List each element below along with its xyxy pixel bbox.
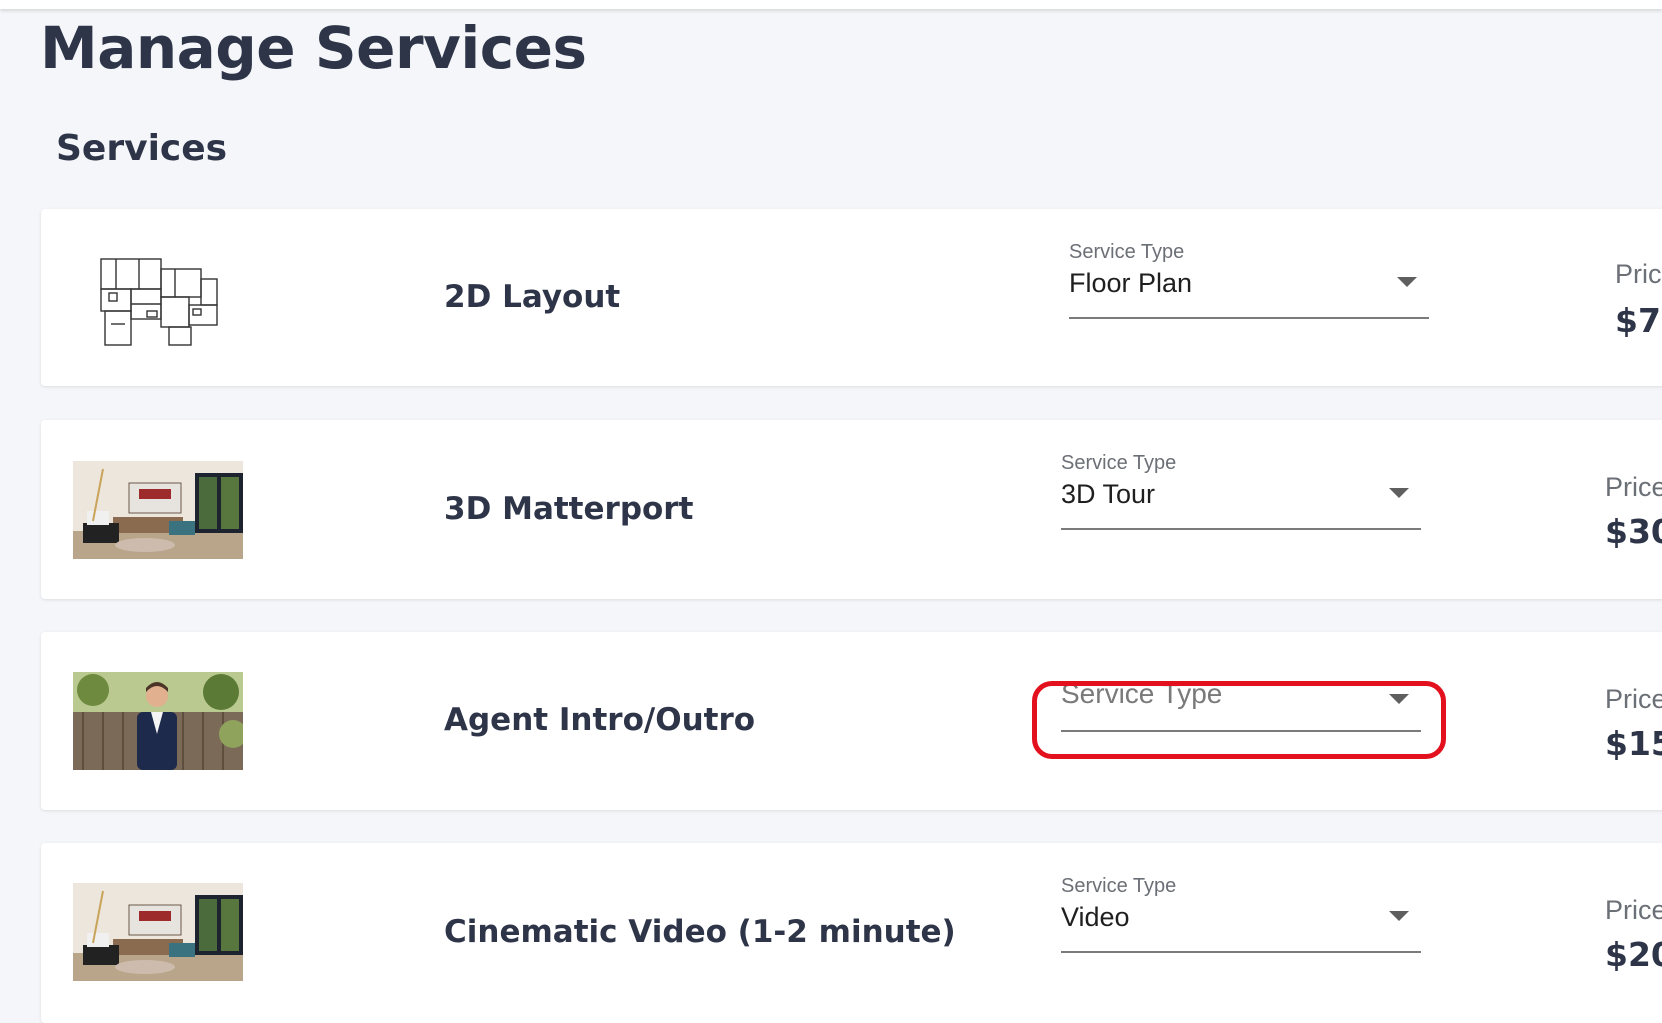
service-card-agent-intro-outro: Agent Intro/Outro Service Type Price $15 bbox=[41, 632, 1662, 810]
floor-plan-thumbnail bbox=[91, 249, 221, 349]
select-underline bbox=[1061, 951, 1421, 953]
service-name: 2D Layout bbox=[444, 279, 621, 315]
service-type-label: Service Type bbox=[1061, 452, 1177, 474]
chevron-down-icon[interactable] bbox=[1397, 277, 1417, 287]
service-type-label: Service Type bbox=[1069, 241, 1185, 263]
service-name: 3D Matterport bbox=[444, 491, 694, 527]
living-room-thumbnail bbox=[73, 461, 243, 559]
price-label: Price bbox=[1605, 472, 1662, 502]
service-name: Agent Intro/Outro bbox=[444, 702, 756, 738]
page-title: Manage Services bbox=[40, 14, 587, 82]
section-title: Services bbox=[56, 128, 228, 169]
service-type-select[interactable]: Service Type Floor Plan bbox=[1069, 241, 1429, 319]
select-underline bbox=[1069, 317, 1429, 319]
service-card-3d-matterport: 3D Matterport Service Type 3D Tour Price… bbox=[41, 420, 1662, 599]
price-label: Pric bbox=[1615, 259, 1662, 289]
service-type-select[interactable]: Service Type bbox=[1061, 654, 1421, 732]
service-type-value: 3D Tour bbox=[1061, 479, 1156, 509]
chevron-down-icon[interactable] bbox=[1389, 694, 1409, 704]
agent-portrait-thumbnail bbox=[73, 672, 243, 770]
service-card-2d-layout: 2D Layout Service Type Floor Plan Pric $… bbox=[41, 209, 1662, 386]
chevron-down-icon[interactable] bbox=[1389, 488, 1409, 498]
service-type-value: Floor Plan bbox=[1069, 268, 1193, 298]
living-room-thumbnail bbox=[73, 883, 243, 981]
select-underline bbox=[1061, 528, 1421, 530]
service-type-select[interactable]: Service Type Video bbox=[1061, 875, 1421, 953]
price-value: $30 bbox=[1605, 512, 1662, 551]
service-type-label: Service Type bbox=[1061, 875, 1177, 897]
price-label: Price bbox=[1605, 895, 1662, 925]
price-value: $75 bbox=[1615, 301, 1662, 340]
service-name: Cinematic Video (1-2 minute) bbox=[444, 914, 956, 950]
service-type-placeholder: Service Type bbox=[1061, 678, 1223, 709]
price-label: Price bbox=[1605, 684, 1662, 714]
price-value: $20 bbox=[1605, 935, 1662, 974]
top-bar bbox=[0, 0, 1662, 9]
price-value: $15 bbox=[1605, 724, 1662, 763]
select-underline bbox=[1061, 730, 1421, 732]
service-type-value: Video bbox=[1061, 902, 1130, 932]
chevron-down-icon[interactable] bbox=[1389, 911, 1409, 921]
service-card-cinematic-video: Cinematic Video (1-2 minute) Service Typ… bbox=[41, 843, 1662, 1023]
service-type-select[interactable]: Service Type 3D Tour bbox=[1061, 452, 1421, 530]
